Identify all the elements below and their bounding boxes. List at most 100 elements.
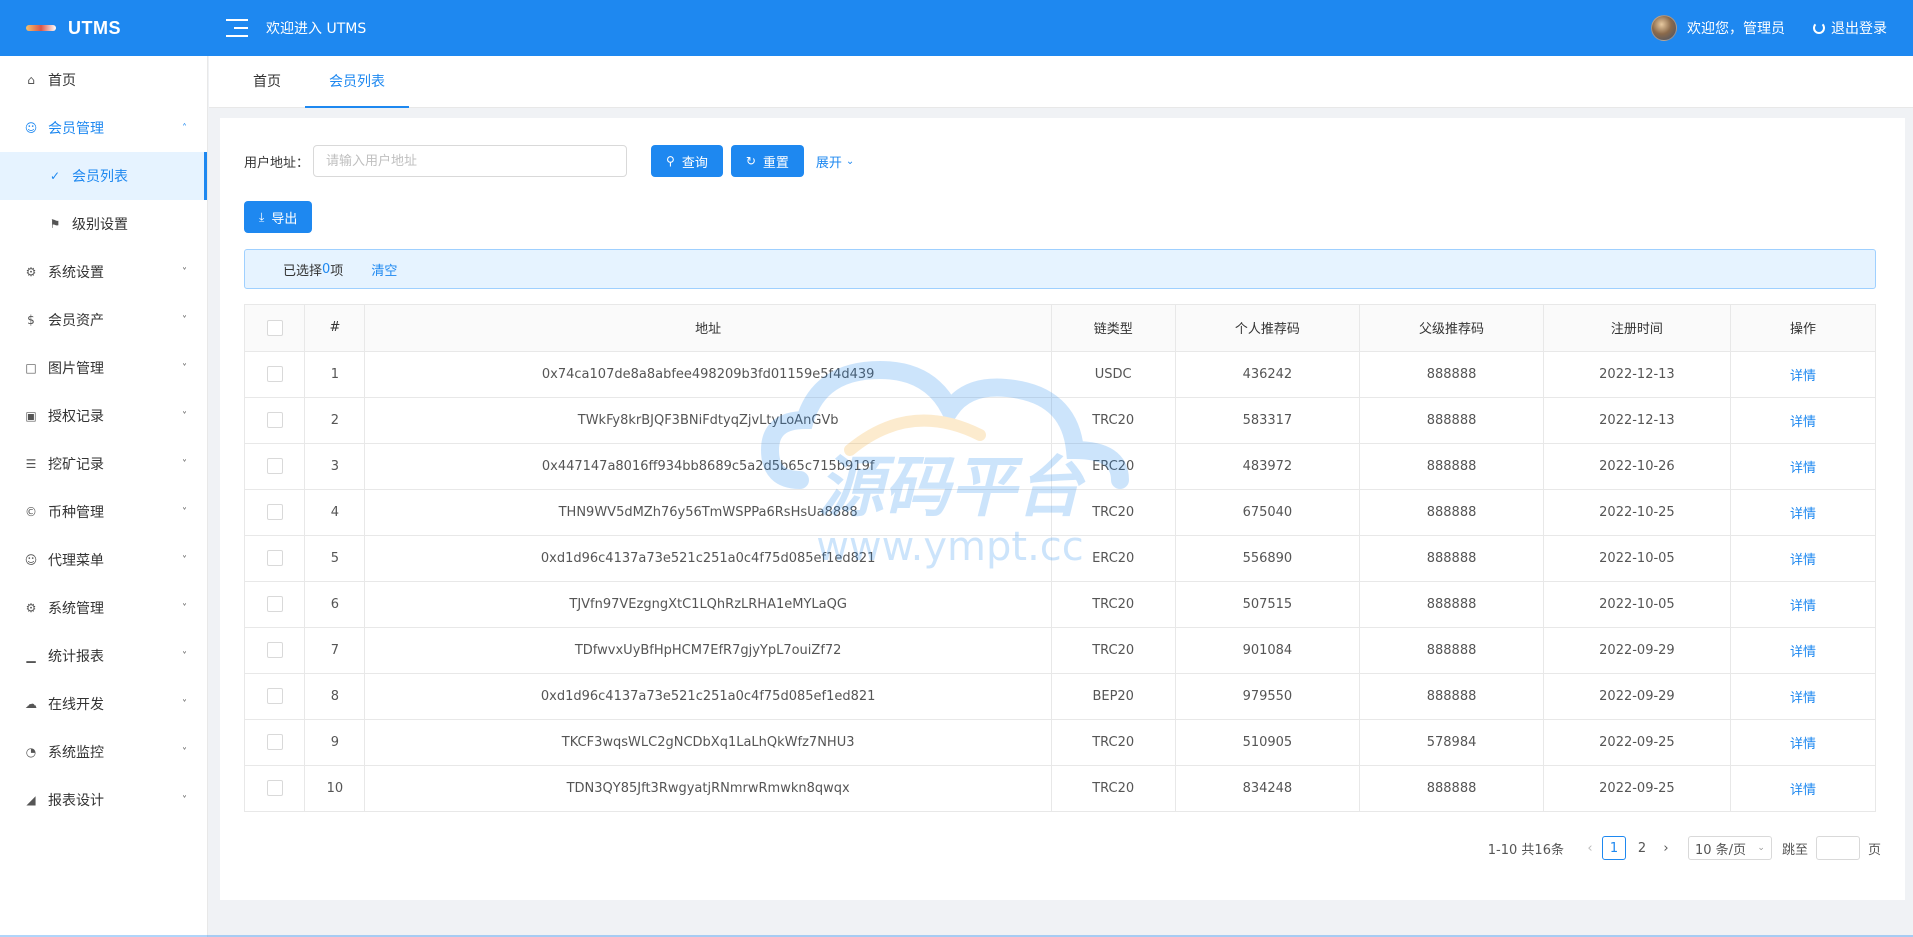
detail-link[interactable]: 详情: [1790, 369, 1816, 384]
detail-link[interactable]: 详情: [1790, 461, 1816, 476]
greeting-text[interactable]: 欢迎您，管理员: [1687, 18, 1785, 38]
top-header: UTMS 欢迎进入 UTMS 欢迎您，管理员 退出登录: [0, 0, 1913, 56]
sidebar-item-label: 会员资产: [48, 313, 104, 329]
tab-member-list[interactable]: 会员列表: [305, 56, 409, 108]
sidebar-item-11[interactable]: ⚙ 系统管理 ˅: [0, 584, 207, 632]
page-2[interactable]: 2: [1630, 836, 1654, 860]
row-checkbox[interactable]: [266, 458, 283, 474]
chevron-down-icon: ˅: [182, 650, 187, 662]
menu-toggle-icon[interactable]: [226, 19, 248, 37]
row-checkbox[interactable]: [266, 366, 283, 382]
row-chain-type: TRC20: [1051, 627, 1176, 674]
sidebar-item-label: 授权记录: [48, 409, 104, 425]
row-address: 0x447147a8016ff934bb8689c5a2d5b65c715b91…: [364, 443, 1052, 490]
cloud-icon: ☁: [25, 697, 37, 711]
row-checkbox[interactable]: [266, 504, 283, 520]
detail-link[interactable]: 详情: [1790, 553, 1816, 568]
member-table: # 地址 链类型 个人推荐码 父级推荐码 注册时间 操作 1 0x74ca107d…: [244, 304, 1876, 812]
row-address: TDfwvxUyBfHpHCM7EfR7gjyYpL7ouiZf72: [364, 627, 1052, 674]
detail-link[interactable]: 详情: [1790, 691, 1816, 706]
jump-page-input[interactable]: [1815, 836, 1860, 860]
sidebar-item-1[interactable]: ☺ 会员管理 ˄: [0, 104, 207, 152]
sidebar-item-6[interactable]: □ 图片管理 ˅: [0, 344, 207, 392]
row-checkbox[interactable]: [266, 550, 283, 566]
table-row: 4 THN9WV5dMZh76y56TmWSPPa6RsHsUa8888 TRC20…: [245, 489, 1875, 536]
row-action-cell: 详情: [1730, 719, 1875, 766]
sidebar-item-15[interactable]: ◢ 报表设计 ˅: [0, 776, 207, 824]
row-select-cell: [245, 489, 306, 536]
row-checkbox[interactable]: [266, 780, 283, 796]
table-row: 2 TWkFy8krBJQF3BNiFdtyqZjvLtyLoAnGVb TRC20…: [245, 397, 1875, 444]
welcome-text: 欢迎进入 UTMS: [266, 21, 367, 37]
sidebar-item-10[interactable]: ☺ 代理菜单 ˅: [0, 536, 207, 584]
address-input[interactable]: [313, 145, 628, 177]
row-referral-code: 675040: [1175, 489, 1361, 536]
prev-page-icon[interactable]: ‹: [1580, 841, 1600, 856]
query-button[interactable]: ⚲ 查询: [651, 145, 723, 177]
row-address: TDN3QY85Jft3RwgyatjRNmrwRmwkn8qwqx: [364, 765, 1052, 812]
pagination: 1-10 共16条 ‹ 1 2 › 10 条/页 ⌄ 跳至 页: [1488, 836, 1881, 860]
row-parent-code: 578984: [1359, 719, 1544, 766]
detail-link[interactable]: 详情: [1790, 737, 1816, 752]
row-select-cell: [245, 351, 306, 398]
avatar[interactable]: [1651, 15, 1677, 41]
row-parent-code: 888888: [1359, 581, 1544, 628]
next-page-icon[interactable]: ›: [1656, 841, 1676, 856]
row-action-cell: 详情: [1730, 535, 1875, 582]
sidebar-item-14[interactable]: ◔ 系统监控 ˅: [0, 728, 207, 776]
reset-button[interactable]: ↻ 重置: [730, 145, 804, 177]
table-row: 7 TDfwvxUyBfHpHCM7EfR7gjyYpL7ouiZf72 TRC20…: [245, 627, 1875, 674]
row-index: 3: [304, 443, 366, 490]
row-referral-code: 556890: [1175, 535, 1361, 582]
logout-label: 退出登录: [1831, 21, 1887, 37]
table-row: 3 0x447147a8016ff934bb8689c5a2d5b65c715b9…: [245, 443, 1875, 490]
detail-link[interactable]: 详情: [1790, 783, 1816, 798]
clear-selection-link[interactable]: 清空: [371, 260, 397, 279]
sidebar-item-13[interactable]: ☁ 在线开发 ˅: [0, 680, 207, 728]
page-size-value: 10 条/页: [1694, 842, 1747, 858]
column-header: 注册时间: [1543, 305, 1732, 352]
row-checkbox[interactable]: [266, 596, 283, 612]
select-all-checkbox[interactable]: [266, 319, 283, 336]
sidebar-item-8[interactable]: ☰ 挖矿记录 ˅: [0, 440, 207, 488]
logout-button[interactable]: 退出登录: [1813, 18, 1887, 38]
sidebar-item-5[interactable]: $ 会员资产 ˅: [0, 296, 207, 344]
sidebar-item-9[interactable]: © 币种管理 ˅: [0, 488, 207, 536]
row-checkbox[interactable]: [266, 688, 283, 704]
sidebar-item-7[interactable]: ▣ 授权记录 ˅: [0, 392, 207, 440]
page-suffix: 页: [1867, 842, 1881, 858]
sidebar-item-0[interactable]: ⌂ 首页: [0, 56, 207, 104]
sidebar-item-label: 级别设置: [72, 217, 128, 233]
page-size-select[interactable]: 10 条/页 ⌄: [1687, 836, 1772, 860]
row-parent-code: 888888: [1359, 535, 1544, 582]
user-icon: ☺: [24, 121, 38, 135]
detail-link[interactable]: 详情: [1790, 645, 1816, 660]
tab-home[interactable]: 首页: [229, 56, 305, 108]
page-1[interactable]: 1: [1601, 836, 1626, 860]
chevron-down-icon: ˅: [182, 314, 187, 326]
expand-link[interactable]: 展开 ⌄: [816, 152, 854, 171]
row-checkbox[interactable]: [266, 734, 283, 750]
export-button[interactable]: ⤓ 导出: [244, 201, 313, 233]
row-address: 0xd1d96c4137a73e521c251a0c4f75d085ef1ed8…: [364, 673, 1052, 720]
sidebar-item-4[interactable]: ⚙ 系统设置 ˅: [0, 248, 207, 296]
column-header: 操作: [1730, 305, 1875, 352]
sidebar-item-3[interactable]: ⚑ 级别设置: [0, 200, 207, 248]
file-icon: ☰: [25, 457, 37, 471]
chevron-up-icon: ˄: [182, 122, 187, 134]
row-select-cell: [245, 535, 306, 582]
logo[interactable]: UTMS: [0, 0, 208, 56]
row-register-date: 2022-10-05: [1543, 535, 1732, 582]
sidebar-item-label: 会员管理: [48, 121, 104, 137]
row-checkbox[interactable]: [266, 642, 283, 658]
sidebar-item-label: 币种管理: [48, 505, 104, 521]
detail-link[interactable]: 详情: [1790, 507, 1816, 522]
sidebar-item-2[interactable]: ✓ 会员列表: [0, 152, 207, 200]
sidebar-item-label: 图片管理: [48, 361, 104, 377]
sidebar-item-12[interactable]: ▁ 统计报表 ˅: [0, 632, 207, 680]
row-checkbox[interactable]: [266, 412, 283, 428]
logo-text: UTMS: [68, 17, 121, 38]
detail-link[interactable]: 详情: [1790, 415, 1816, 430]
search-row: 用户地址： ⚲ 查询 ↻ 重置 展开 ⌄: [244, 145, 854, 177]
detail-link[interactable]: 详情: [1790, 599, 1816, 614]
